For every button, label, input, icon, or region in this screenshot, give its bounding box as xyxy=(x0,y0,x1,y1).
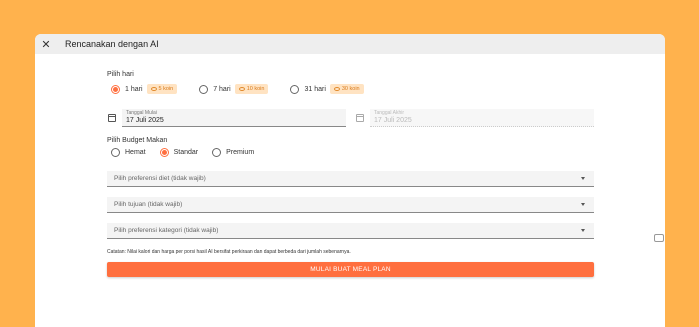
diet-select-placeholder: Pilih preferensi diet (tidak wajib) xyxy=(114,175,206,182)
day-option-label: 1 hari xyxy=(125,85,143,93)
coin-icon xyxy=(150,87,157,91)
diet-select[interactable]: Pilih preferensi diet (tidak wajib) xyxy=(107,171,594,187)
coin-badge: 10 koin xyxy=(234,84,269,94)
start-date-field[interactable]: Tanggal Mulai 17 Juli 2025 xyxy=(122,109,346,127)
calendar-icon xyxy=(356,114,364,122)
radio-button[interactable] xyxy=(212,148,222,157)
coin-badge: 30 koin xyxy=(329,84,364,94)
coin-badge: 5 koin xyxy=(146,84,178,94)
start-date-label: Tanggal Mulai xyxy=(126,110,157,116)
budget-option-hemat[interactable]: Hemat xyxy=(111,148,146,157)
start-date-value: 17 Juli 2025 xyxy=(126,117,164,124)
radio-button[interactable] xyxy=(290,84,300,94)
calendar-icon[interactable] xyxy=(108,114,116,122)
day-option-31[interactable]: 31 hari 30 koin xyxy=(290,84,364,94)
coin-icon xyxy=(238,87,245,91)
budget-options: Hemat Standar Premium xyxy=(111,148,254,157)
budget-option-label: Premium xyxy=(226,149,255,156)
radio-button[interactable] xyxy=(199,84,209,94)
budget-label: Pilih Budget Makan xyxy=(107,137,168,144)
start-meal-plan-button[interactable]: MULAI BUAT MEAL PLAN xyxy=(107,262,594,277)
chevron-down-icon xyxy=(581,177,585,180)
day-option-7[interactable]: 7 hari 10 koin xyxy=(199,84,269,94)
chevron-down-icon xyxy=(581,203,585,206)
day-option-label: 7 hari xyxy=(213,85,231,93)
goal-select[interactable]: Pilih tujuan (tidak wajib) xyxy=(107,197,594,213)
budget-option-label: Hemat xyxy=(125,149,146,156)
radio-button[interactable] xyxy=(111,84,120,94)
day-option-label: 31 hari xyxy=(304,85,326,93)
category-select[interactable]: Pilih preferensi kategori (tidak wajib) xyxy=(107,223,594,239)
disclaimer-note: Catatan: Nilai kalori dan harga per pors… xyxy=(107,249,351,255)
radio-button[interactable] xyxy=(111,148,120,157)
end-date-label: Tanggal Akhir xyxy=(374,110,405,116)
close-icon[interactable]: ✕ xyxy=(35,38,57,51)
days-options: 1 hari 5 koin 7 hari 10 koin 31 hari 30 … xyxy=(111,84,364,94)
dialog-title: Rencanakan dengan AI xyxy=(65,39,159,49)
ai-plan-dialog: ✕ Rencanakan dengan AI Pilih hari 1 hari… xyxy=(35,34,665,327)
coin-icon xyxy=(333,87,340,91)
end-date-field: Tanggal Akhir 17 Juli 2025 xyxy=(370,109,594,127)
budget-option-label: Standar xyxy=(173,149,199,156)
feedback-icon[interactable] xyxy=(654,234,664,242)
radio-button[interactable] xyxy=(159,148,169,157)
budget-option-standar[interactable]: Standar xyxy=(159,148,199,157)
day-option-1[interactable]: 1 hari 5 koin xyxy=(111,84,178,94)
end-date-value: 17 Juli 2025 xyxy=(374,117,412,124)
goal-select-placeholder: Pilih tujuan (tidak wajib) xyxy=(114,201,183,208)
dialog-titlebar: ✕ Rencanakan dengan AI xyxy=(35,34,665,54)
chevron-down-icon xyxy=(581,229,585,232)
days-label: Pilih hari xyxy=(107,71,134,78)
budget-option-premium[interactable]: Premium xyxy=(212,148,254,157)
category-select-placeholder: Pilih preferensi kategori (tidak wajib) xyxy=(114,227,219,234)
